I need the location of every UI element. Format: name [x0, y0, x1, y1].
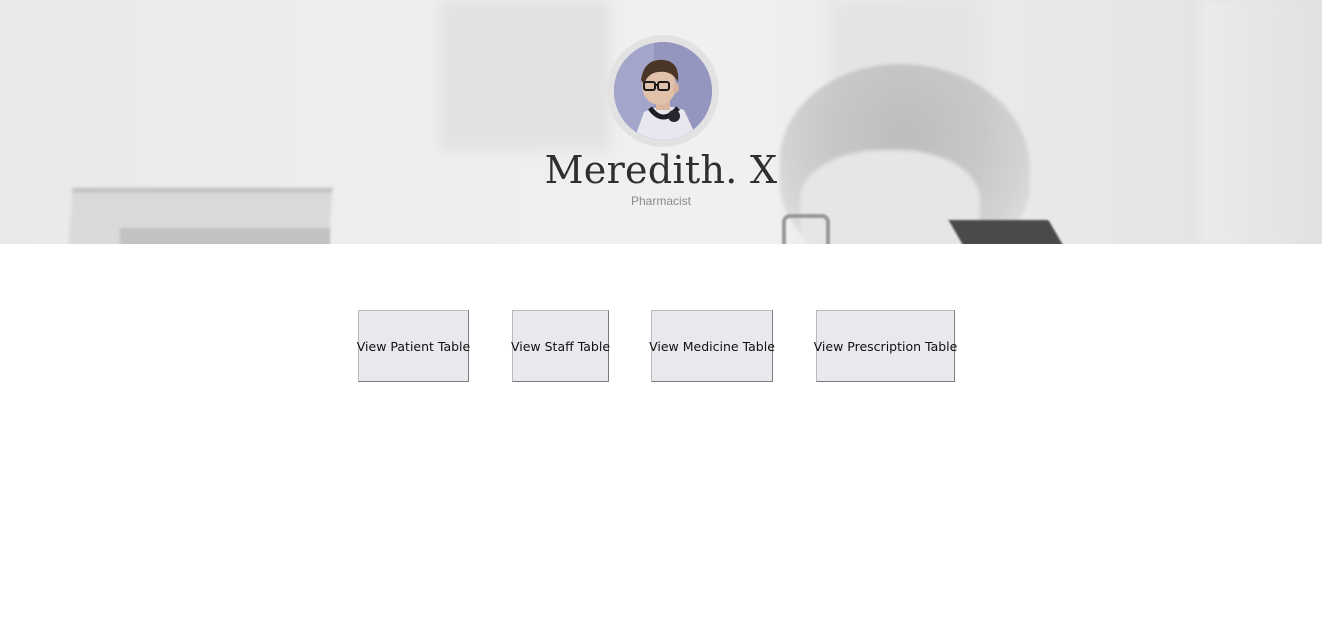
- background-window: [440, 0, 610, 150]
- avatar-frame: [607, 35, 719, 147]
- view-medicine-table-button[interactable]: View Medicine Table: [649, 310, 775, 382]
- profile-name: Meredith. X: [544, 148, 778, 192]
- avatar: [614, 42, 712, 140]
- avatar-photo: [614, 42, 712, 140]
- profile-role: Pharmacist: [630, 194, 692, 208]
- view-patient-table-button[interactable]: View Patient Table: [357, 310, 470, 382]
- profile-header: Meredith. X Pharmacist: [0, 0, 1322, 244]
- background-person-glasses: [782, 214, 830, 244]
- table-actions: View Patient Table View Staff Table View…: [0, 310, 1322, 382]
- background-person-shoulder: [948, 220, 1072, 244]
- view-prescription-table-button[interactable]: View Prescription Table: [814, 310, 957, 382]
- view-staff-table-button[interactable]: View Staff Table: [511, 310, 610, 382]
- background-monitor-stand: [120, 228, 330, 244]
